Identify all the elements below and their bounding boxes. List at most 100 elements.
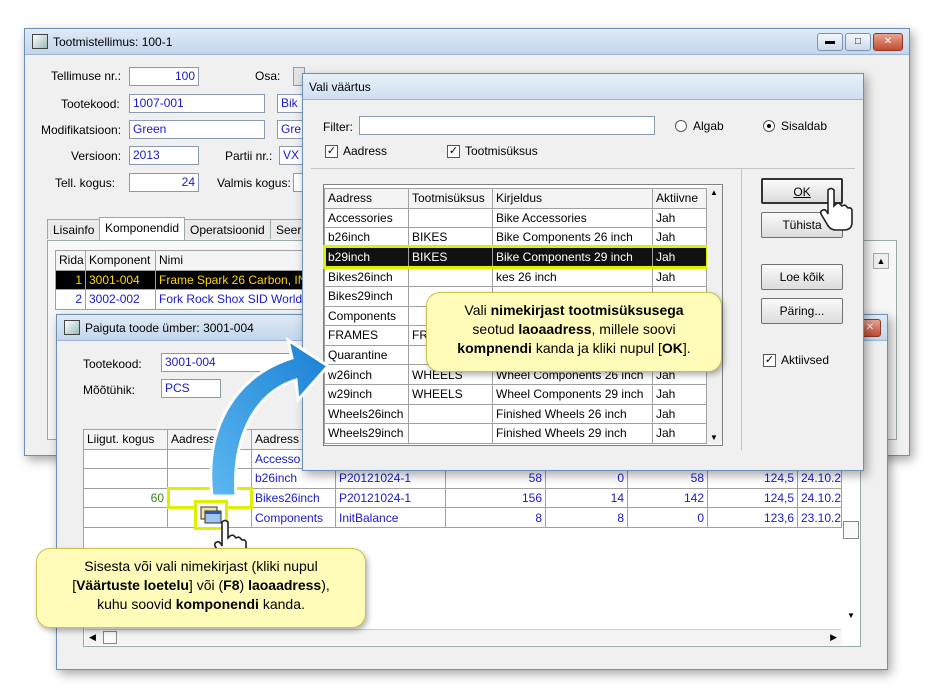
cell-a: 156 <box>445 487 546 509</box>
scroll-down-icon[interactable]: ▼ <box>710 433 718 442</box>
aadress-checkbox-label: Aadress <box>343 144 388 158</box>
cell-tootmisuksus: BIKES <box>408 227 493 248</box>
value-dialog-title: Vali väärtus <box>309 80 371 94</box>
callout-text: Vali <box>464 302 491 318</box>
loe-koik-button-label: Loe kõik <box>779 270 825 284</box>
cell-liigut[interactable] <box>83 468 168 489</box>
tootmisuksus-checkbox[interactable]: ✓ <box>447 145 460 158</box>
main-window-title: Tootmistellimus: 100-1 <box>53 35 173 49</box>
cell-kirjeldus: Bike Components 26 inch <box>492 227 653 248</box>
scroll-right-icon[interactable]: ▶ <box>830 632 837 643</box>
table-row[interactable]: Wheels26inch Finished Wheels 26 inch Jah <box>324 403 707 425</box>
col-kirjeldus[interactable]: Kirjeldus <box>492 188 653 209</box>
cell-aktiivne: Jah <box>652 246 707 268</box>
sisaldab-label: Sisaldab <box>781 119 828 133</box>
cell-hind: 123,6 <box>707 507 798 528</box>
callout-bold: kompnendi <box>457 340 532 356</box>
tab-komponendid[interactable]: Komponendid <box>99 217 186 240</box>
place-hscrollbar[interactable]: ◀ ▶ <box>85 629 841 645</box>
aadress-checkbox[interactable]: ✓ <box>325 145 338 158</box>
paring-button-label: Päring... <box>779 304 825 318</box>
cell-aadress: Wheels26inch <box>324 403 409 425</box>
table-row[interactable]: w29inch WHEELS Wheel Components 29 inch … <box>324 383 707 405</box>
callout-bold: F8 <box>223 577 240 593</box>
loe-koik-button[interactable]: Loe kõik <box>761 264 843 290</box>
table-row[interactable]: 1 3001-004 Frame Spark 26 Carbon, IN <box>55 269 304 291</box>
place-scroll-down-icon[interactable]: ▼ <box>843 611 859 627</box>
versioon-label: Versioon: <box>71 149 122 163</box>
cell-aadress: Bikes26inch <box>324 266 409 287</box>
col-rida[interactable]: Rida <box>55 250 86 271</box>
table-row[interactable]: Wheels29inch Finished Wheels 29 inch Jah <box>324 423 707 444</box>
cell-b: 14 <box>545 487 628 509</box>
ok-button-label: OK <box>793 185 811 199</box>
cell-aktiivne: Jah <box>652 266 707 287</box>
col-nimi[interactable]: Nimi <box>155 250 304 271</box>
cell-aktiivne: Jah <box>652 227 707 248</box>
col-liigut-kogus[interactable]: Liigut. kogus <box>83 429 168 450</box>
cell-aadress: Accessories <box>324 207 409 229</box>
tellimuse-nr-field[interactable]: 100 <box>129 67 199 86</box>
table-row[interactable]: Bikes26inch kes 26 inch Jah <box>324 266 707 287</box>
modifikatsioon-field[interactable]: Green <box>129 120 265 139</box>
cell-kirjeldus: Finished Wheels 26 inch <box>492 403 653 425</box>
close-icon[interactable]: ✕ <box>873 33 903 51</box>
row-nimi: Fork Rock Shox SID World <box>155 289 304 310</box>
cell-liigut[interactable] <box>83 448 168 470</box>
algab-radio[interactable] <box>675 120 687 132</box>
table-row[interactable]: 2 3002-002 Fork Rock Shox SID World <box>55 289 304 310</box>
col-aktiivne[interactable]: Aktiivne <box>652 188 707 209</box>
tab-lisainfo[interactable]: Lisainfo <box>47 219 101 239</box>
place-scroll-thumb[interactable] <box>843 521 859 539</box>
components-grid: Rida Komponent Nimi 1 3001-004 Frame Spa… <box>55 250 304 310</box>
cell-kirjeldus: Wheel Components 29 inch <box>492 383 653 405</box>
filter-input[interactable] <box>359 116 655 135</box>
row-rida: 2 <box>55 289 86 310</box>
cell-aadress: Bikes29inch <box>324 285 409 307</box>
cell-c: 142 <box>627 487 708 509</box>
tootekood-field[interactable]: 1007-001 <box>129 94 265 113</box>
osa-label: Osa: <box>255 69 281 83</box>
scroll-up-icon[interactable]: ▲ <box>710 188 718 197</box>
modifikatsioon-desc-field: Gre <box>277 120 303 139</box>
cell-aadress: w26inch <box>324 364 409 385</box>
table-row[interactable]: b26inch BIKES Bike Components 26 inch Ja… <box>324 227 707 248</box>
cell-tootmisuksus: WHEELS <box>408 383 493 405</box>
value-dialog: Vali väärtus Filter: Algab Sisaldab ✓ Aa… <box>302 73 864 471</box>
valmis-kogus-label: Valmis kogus: <box>217 176 291 190</box>
tootmisuksus-checkbox-label: Tootmisüksus <box>465 144 538 158</box>
table-row-selected[interactable]: b29inch BIKES Bike Components 29 inch Ja… <box>322 245 709 269</box>
row-rida: 1 <box>55 269 86 291</box>
cell-hind: 124,5 <box>707 468 798 489</box>
cell-liigut[interactable] <box>83 507 168 528</box>
maximize-icon[interactable]: □ <box>845 33 871 51</box>
main-grid-scroll-up-icon[interactable]: ▲ <box>873 253 889 269</box>
col-aadress[interactable]: Aadress <box>324 188 409 209</box>
tab-operatsioonid[interactable]: Operatsioonid <box>184 219 271 239</box>
modifikatsioon-label: Modifikatsioon: <box>41 123 122 137</box>
cell-partii: P20121024-1 <box>335 468 446 489</box>
scroll-left-icon[interactable]: ◀ <box>89 632 96 643</box>
partii-field[interactable]: VX <box>279 146 303 165</box>
tellimuse-nr-label: Tellimuse nr.: <box>51 69 122 83</box>
aktiivsed-checkbox[interactable]: ✓ <box>763 354 776 367</box>
callout-bold: komponendi <box>175 596 259 612</box>
minimize-icon[interactable]: ▬ <box>817 33 843 51</box>
cell-a: 8 <box>445 507 546 528</box>
tell-kogus-field[interactable]: 24 <box>129 173 199 192</box>
cell-liigut[interactable]: 60 <box>83 487 168 509</box>
cell-tootmisuksus <box>408 403 493 425</box>
col-tootmisuksus[interactable]: Tootmisüksus <box>408 188 493 209</box>
versioon-field[interactable]: 2013 <box>129 146 199 165</box>
cell-aktiivne: Jah <box>652 207 707 229</box>
hscroll-thumb[interactable] <box>103 631 117 644</box>
callout-text: ), <box>321 577 330 593</box>
paring-button[interactable]: Päring... <box>761 298 843 324</box>
callout-bold: laoaadress <box>518 321 592 337</box>
cell-partii: InitBalance <box>335 507 446 528</box>
callout-text: ] või ( <box>188 577 224 593</box>
col-komponent[interactable]: Komponent <box>85 250 156 271</box>
sisaldab-radio[interactable] <box>763 120 775 132</box>
callout-text: , millele soovi <box>591 321 676 337</box>
table-row[interactable]: Accessories Bike Accessories Jah <box>324 207 707 229</box>
